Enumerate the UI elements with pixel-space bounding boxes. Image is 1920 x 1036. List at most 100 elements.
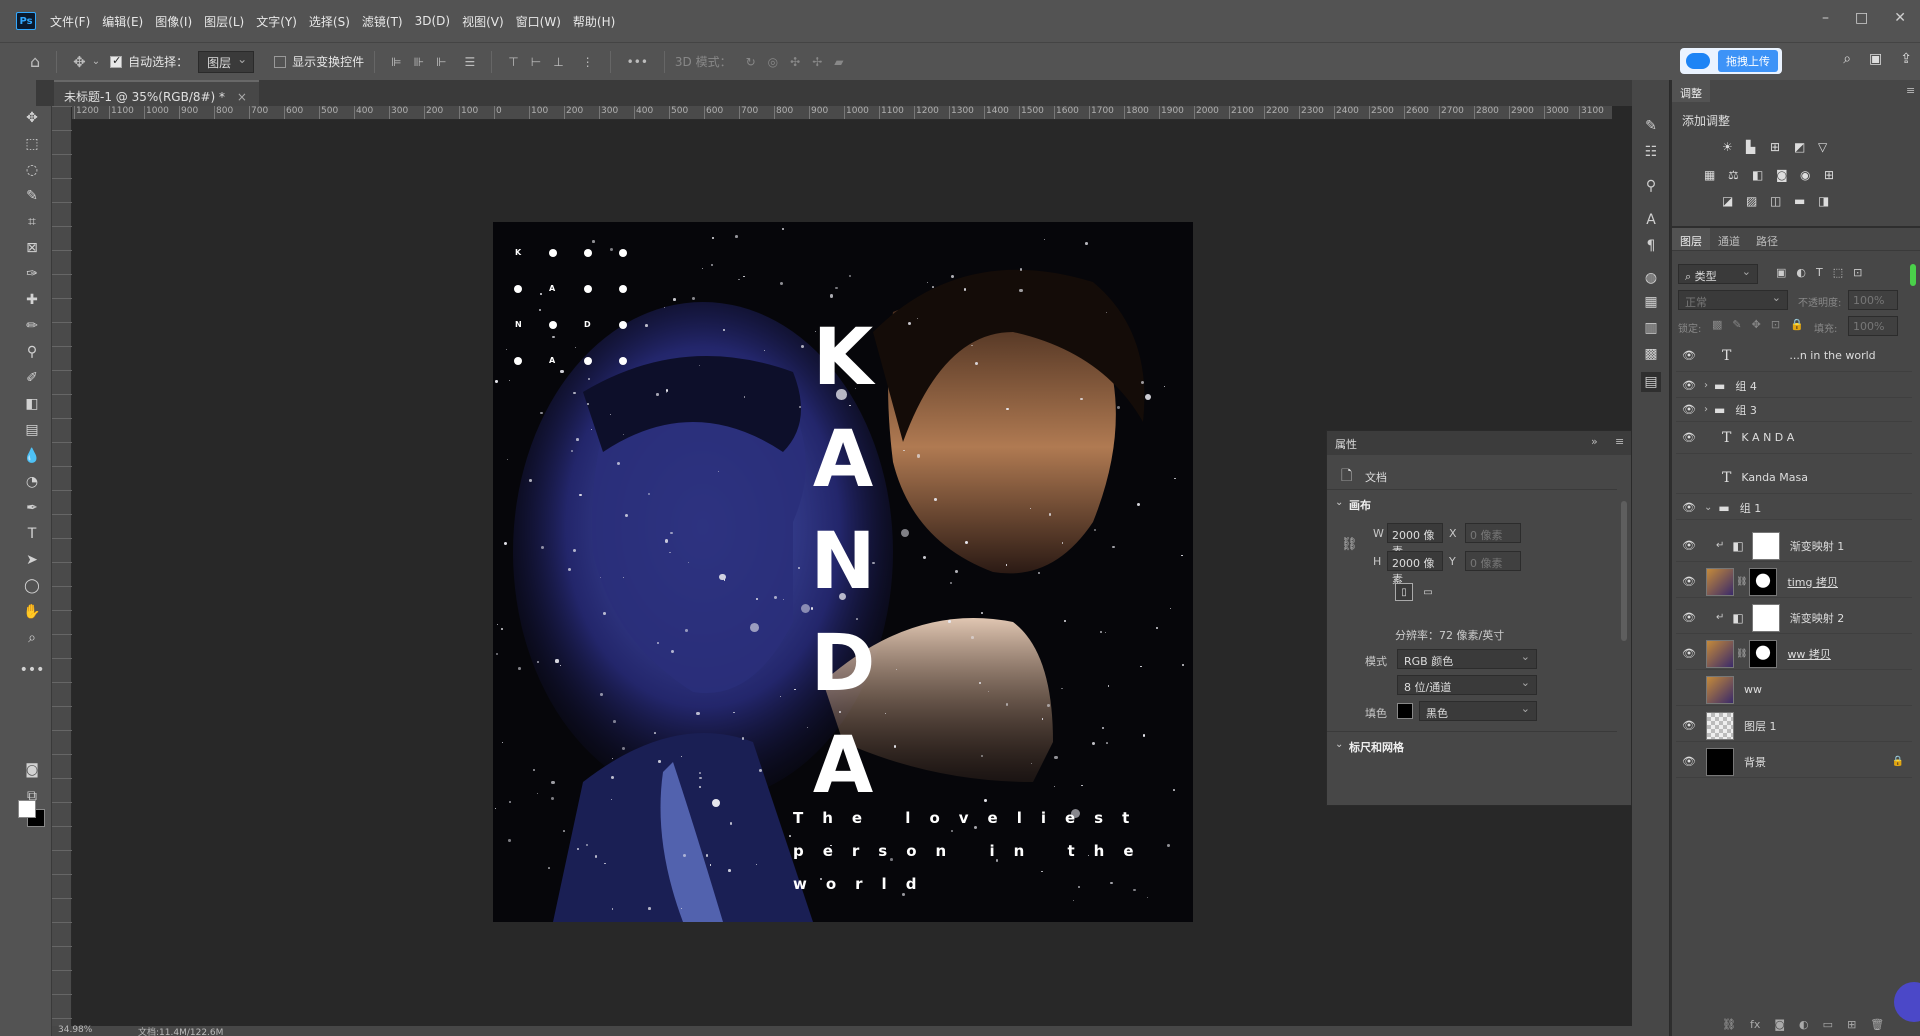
search-icon[interactable]: ⌕	[1843, 51, 1851, 67]
close-button[interactable]: ✕	[1894, 10, 1906, 26]
gradient-map-icon[interactable]: ▬	[1794, 194, 1810, 208]
invert-icon[interactable]: ◪	[1722, 194, 1738, 208]
group-expand-chevron-icon[interactable]: ›	[1704, 380, 1708, 391]
lock-all-icon[interactable]: 🔒	[1790, 318, 1804, 331]
delete-layer-icon[interactable]: 🗑	[1870, 1018, 1884, 1031]
tab-channels[interactable]: 通道	[1710, 228, 1748, 250]
character-panel-icon[interactable]: A	[1641, 210, 1661, 230]
filter-type-icon[interactable]: T	[1816, 266, 1823, 279]
add-mask-icon[interactable]: ◙	[1774, 1018, 1785, 1031]
height-input[interactable]: 2000 像素	[1387, 551, 1443, 586]
3d-drag-icon[interactable]: ✣	[790, 55, 800, 69]
swatches-panel-icon[interactable]: ▦	[1641, 292, 1661, 312]
close-tab-icon[interactable]: ×	[237, 90, 247, 104]
workspace-icon[interactable]: ▣	[1869, 51, 1882, 67]
3d-slide-icon[interactable]: ✢	[812, 55, 822, 69]
new-adjustment-icon[interactable]: ◐	[1799, 1018, 1809, 1031]
new-layer-icon[interactable]: ⊞	[1847, 1018, 1856, 1031]
marquee-tool-icon[interactable]: ⬚	[22, 134, 42, 154]
portrait-orientation-icon[interactable]: ▯	[1395, 583, 1413, 601]
layer-row[interactable]: 👁 ⌄ ▬ 组 1	[1676, 496, 1912, 520]
layer-mask-thumbnail[interactable]	[1749, 567, 1778, 596]
visibility-eye-icon[interactable]: 👁	[1682, 431, 1696, 444]
chevron-down-icon[interactable]: ⌄	[92, 56, 100, 67]
visibility-eye-icon[interactable]: 👁	[1682, 611, 1696, 624]
rulers-section-chevron-icon[interactable]: ⌄	[1335, 739, 1343, 750]
layer-mask-thumbnail[interactable]	[1749, 639, 1778, 668]
visibility-eye-icon[interactable]: 👁	[1682, 349, 1696, 362]
maximize-button[interactable]: □	[1855, 10, 1868, 26]
crop-tool-icon[interactable]: ⌗	[22, 212, 42, 232]
layer-row[interactable]: 👁 背景 🔒	[1676, 746, 1912, 778]
3d-rotate-icon[interactable]: ↻	[746, 55, 756, 69]
foreground-color-swatch[interactable]	[18, 800, 36, 818]
menu-image[interactable]: 图像(I)	[155, 13, 192, 30]
auto-select-checkbox[interactable]	[110, 54, 123, 68]
layer-style-icon[interactable]: fx	[1750, 1018, 1760, 1031]
opacity-input[interactable]: 100%	[1848, 290, 1898, 310]
layer-row[interactable]: 👁 ⛓ ww 拷贝	[1676, 638, 1912, 670]
visibility-eye-icon[interactable]: 👁	[1682, 719, 1696, 732]
curves-icon[interactable]: ⊞	[1770, 140, 1786, 154]
visibility-eye-icon[interactable]: 👁	[1682, 379, 1696, 392]
menu-help[interactable]: 帮助(H)	[573, 13, 615, 30]
tab-adjustments[interactable]: 调整	[1672, 80, 1710, 102]
brightness-contrast-icon[interactable]: ☀	[1722, 140, 1738, 154]
menu-filter[interactable]: 滤镜(T)	[362, 13, 403, 30]
mask-link-icon[interactable]: ⛓	[1736, 649, 1747, 659]
color-mode-dropdown[interactable]: RGB 颜色	[1397, 649, 1537, 669]
align-left-icon[interactable]: ⊫	[391, 55, 401, 69]
rulers-section-title[interactable]: 标尺和网格	[1349, 739, 1404, 755]
levels-icon[interactable]: ▙	[1746, 140, 1762, 154]
visibility-eye-icon[interactable]: 👁	[1682, 501, 1696, 514]
layer-row[interactable]: 👁 › ▬ 组 4	[1676, 374, 1912, 398]
panel-menu-icon[interactable]: ≡	[1615, 435, 1624, 448]
x-input[interactable]: 0 像素	[1465, 523, 1521, 543]
canvas-section-title[interactable]: 画布	[1349, 497, 1371, 513]
lock-transparent-icon[interactable]: ▩	[1712, 318, 1722, 331]
layer-filter-dropdown[interactable]: ⌕ 类型	[1678, 264, 1758, 284]
paragraph-panel-icon[interactable]: ¶	[1641, 236, 1661, 256]
visibility-eye-icon[interactable]: 👁	[1682, 647, 1696, 660]
fill-input[interactable]: 100%	[1848, 316, 1898, 336]
home-icon[interactable]: ⌂	[30, 52, 40, 71]
black-white-icon[interactable]: ◧	[1752, 168, 1768, 182]
menu-edit[interactable]: 编辑(E)	[102, 13, 143, 30]
properties-panel-icon[interactable]: ▤	[1641, 372, 1661, 392]
filter-toggle[interactable]	[1910, 264, 1916, 286]
document-canvas[interactable]: K A N D A K A N D A The loveliest person…	[493, 222, 1193, 922]
more-tools-icon[interactable]: •••	[20, 660, 45, 680]
menu-select[interactable]: 选择(S)	[309, 13, 350, 30]
quick-select-tool-icon[interactable]: ✎	[22, 186, 42, 206]
show-transform-checkbox[interactable]	[274, 55, 287, 68]
menu-layer[interactable]: 图层(L)	[204, 13, 244, 30]
filter-shape-icon[interactable]: ⬚	[1833, 266, 1843, 279]
menu-3d[interactable]: 3D(D)	[415, 14, 450, 28]
visibility-eye-icon[interactable]: 👁	[1682, 755, 1696, 768]
layer-row[interactable]: T Kanda Masa	[1676, 462, 1912, 494]
gradient-tool-icon[interactable]: ▤	[22, 420, 42, 440]
lock-position-icon[interactable]: ✥	[1752, 318, 1761, 331]
history-brush-icon[interactable]: ✐	[22, 368, 42, 388]
threshold-icon[interactable]: ◫	[1770, 194, 1786, 208]
clone-stamp-icon[interactable]: ⚲	[22, 342, 42, 362]
adjustments-sliders-icon[interactable]: ☷	[1641, 142, 1661, 162]
photo-filter-icon[interactable]: ◙	[1776, 168, 1792, 182]
y-input[interactable]: 0 像素	[1465, 551, 1521, 571]
color-balance-icon[interactable]: ⚖	[1728, 168, 1744, 182]
color-panel-icon[interactable]: ◍	[1641, 268, 1661, 288]
properties-scrollbar[interactable]	[1621, 501, 1627, 641]
minimize-button[interactable]: –	[1822, 10, 1829, 26]
pen-tool-icon[interactable]: ✒	[22, 498, 42, 518]
filter-pixel-icon[interactable]: ▣	[1776, 266, 1786, 279]
group-expand-chevron-icon[interactable]: ›	[1704, 404, 1708, 415]
vibrance-icon[interactable]: ▽	[1818, 140, 1834, 154]
blur-tool-icon[interactable]: 💧	[22, 446, 42, 466]
link-layers-icon[interactable]: ⛓	[1722, 1018, 1736, 1031]
tab-layers[interactable]: 图层	[1672, 228, 1710, 250]
auto-select-target-dropdown[interactable]: 图层	[198, 50, 255, 73]
fill-color-dropdown[interactable]: 黑色	[1419, 701, 1537, 721]
layer-row[interactable]: 👁 T ...n in the world	[1676, 340, 1912, 372]
align-bottom-icon[interactable]: ⊥	[553, 55, 563, 69]
eraser-tool-icon[interactable]: ◧	[22, 394, 42, 414]
